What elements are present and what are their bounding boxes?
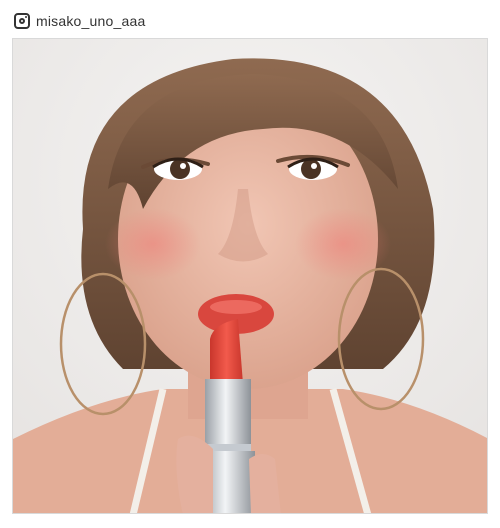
portrait-photo <box>13 39 487 513</box>
username-label[interactable]: misako_uno_aaa <box>36 13 145 29</box>
instagram-icon[interactable] <box>14 13 30 29</box>
post-header: misako_uno_aaa <box>14 10 145 32</box>
post-photo[interactable] <box>12 38 488 514</box>
